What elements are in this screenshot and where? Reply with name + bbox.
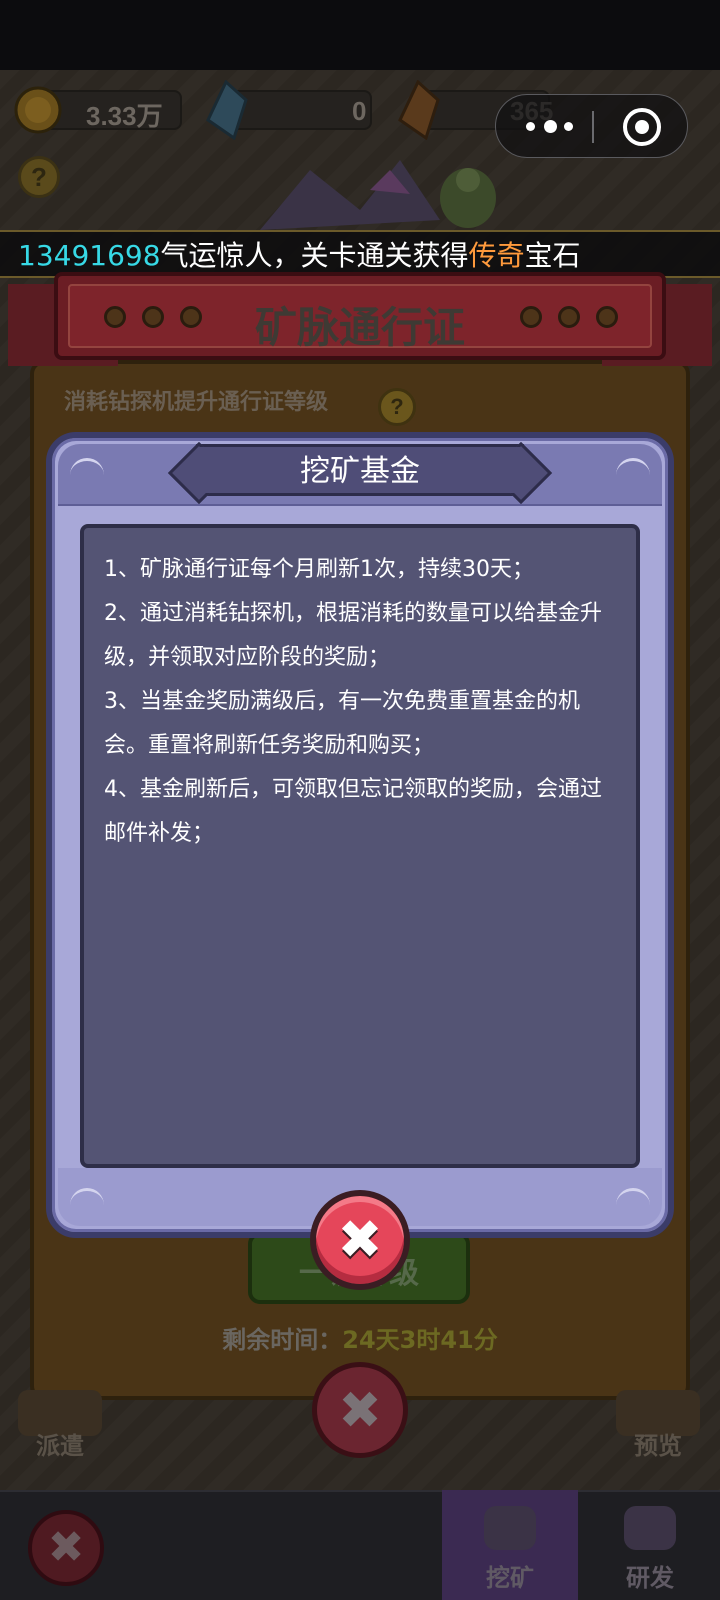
bottom-nav — [0, 1490, 720, 1600]
question-icon[interactable]: ? — [18, 156, 60, 198]
pass-title-ribbon: 矿脉通行证 — [54, 272, 666, 360]
marquee-text-before: 气运惊人，关卡通关获得 — [160, 239, 469, 272]
dialog-close-button[interactable]: ✖ — [310, 1190, 410, 1290]
rules-text: 1、矿脉通行证每个月刷新1次，持续30天； 2、通过消耗钻探机，根据消耗的数量可… — [104, 548, 614, 856]
research-icon — [624, 1506, 676, 1550]
preview-label: 预览 — [634, 1432, 682, 1460]
gold-coin-icon — [14, 86, 62, 134]
remaining-value: 24天3时41分 — [342, 1326, 498, 1354]
blue-gem-icon — [206, 80, 248, 140]
close-x-icon: ✖ — [338, 1381, 382, 1441]
broadcast-marquee: 13491698气运惊人，关卡通关获得传奇宝石 — [0, 230, 720, 278]
mini-program-capsule — [495, 94, 688, 158]
scene-decoration — [260, 160, 496, 230]
close-x-icon: ✖ — [337, 1208, 383, 1271]
remaining-label: 剩余时间： — [222, 1326, 343, 1354]
orange-gem-icon — [398, 80, 440, 140]
capsule-divider — [592, 111, 594, 143]
rule-item: 3、当基金奖励满级后，有一次免费重置基金的机会。重置将刷新任务奖励和购买； — [104, 689, 580, 758]
tab-research-label[interactable]: 研发 — [626, 1558, 674, 1593]
rules-content-box: 1、矿脉通行证每个月刷新1次，持续30天； 2、通过消耗钻探机，根据消耗的数量可… — [80, 524, 640, 1168]
more-dots-icon[interactable] — [526, 117, 576, 137]
mining-icon — [484, 1506, 536, 1550]
blue-gem-value: 0 — [352, 96, 367, 126]
marquee-text: 13491698气运惊人，关卡通关获得传奇宝石 — [18, 236, 581, 276]
marquee-player-id: 13491698 — [18, 239, 161, 272]
gold-value: 3.33万 — [86, 101, 163, 131]
pass-title: 矿脉通行证 — [254, 303, 465, 352]
dispatch-label: 派遣 — [36, 1432, 84, 1460]
dialog-title: 挖矿基金 — [300, 454, 420, 489]
status-bar-area — [0, 0, 720, 70]
remaining-time: 剩余时间：24天3时41分 — [0, 1320, 720, 1355]
marquee-text-after: 宝石 — [524, 239, 581, 272]
rule-item: 2、通过消耗钻探机，根据消耗的数量可以给基金升级，并领取对应阶段的奖励； — [104, 601, 602, 670]
close-x-icon: ✖ — [47, 1522, 85, 1573]
question-icon[interactable]: ? — [378, 388, 416, 426]
game-screen: 3.33万 0 365 ? 13491698气运惊人，关卡通关获得传奇宝石 — [0, 0, 720, 1600]
marquee-highlight: 传奇 — [468, 239, 525, 272]
tab-mining-label: 挖矿 — [486, 1564, 534, 1592]
rule-item: 1、矿脉通行证每个月刷新1次，持续30天； — [104, 557, 534, 582]
blue-gem-counter — [228, 90, 372, 130]
target-circle-icon[interactable] — [623, 108, 661, 146]
pass-subtitle: 消耗钻探机提升通行证等级 — [64, 390, 329, 415]
rule-item: 4、基金刷新后，可领取但忘记领取的奖励，会通过邮件补发； — [104, 777, 602, 846]
dialog-title-plate: 挖矿基金 — [196, 444, 524, 496]
panel-close-button[interactable]: ✖ — [312, 1362, 408, 1458]
bottom-close-button[interactable]: ✖ — [28, 1510, 104, 1586]
